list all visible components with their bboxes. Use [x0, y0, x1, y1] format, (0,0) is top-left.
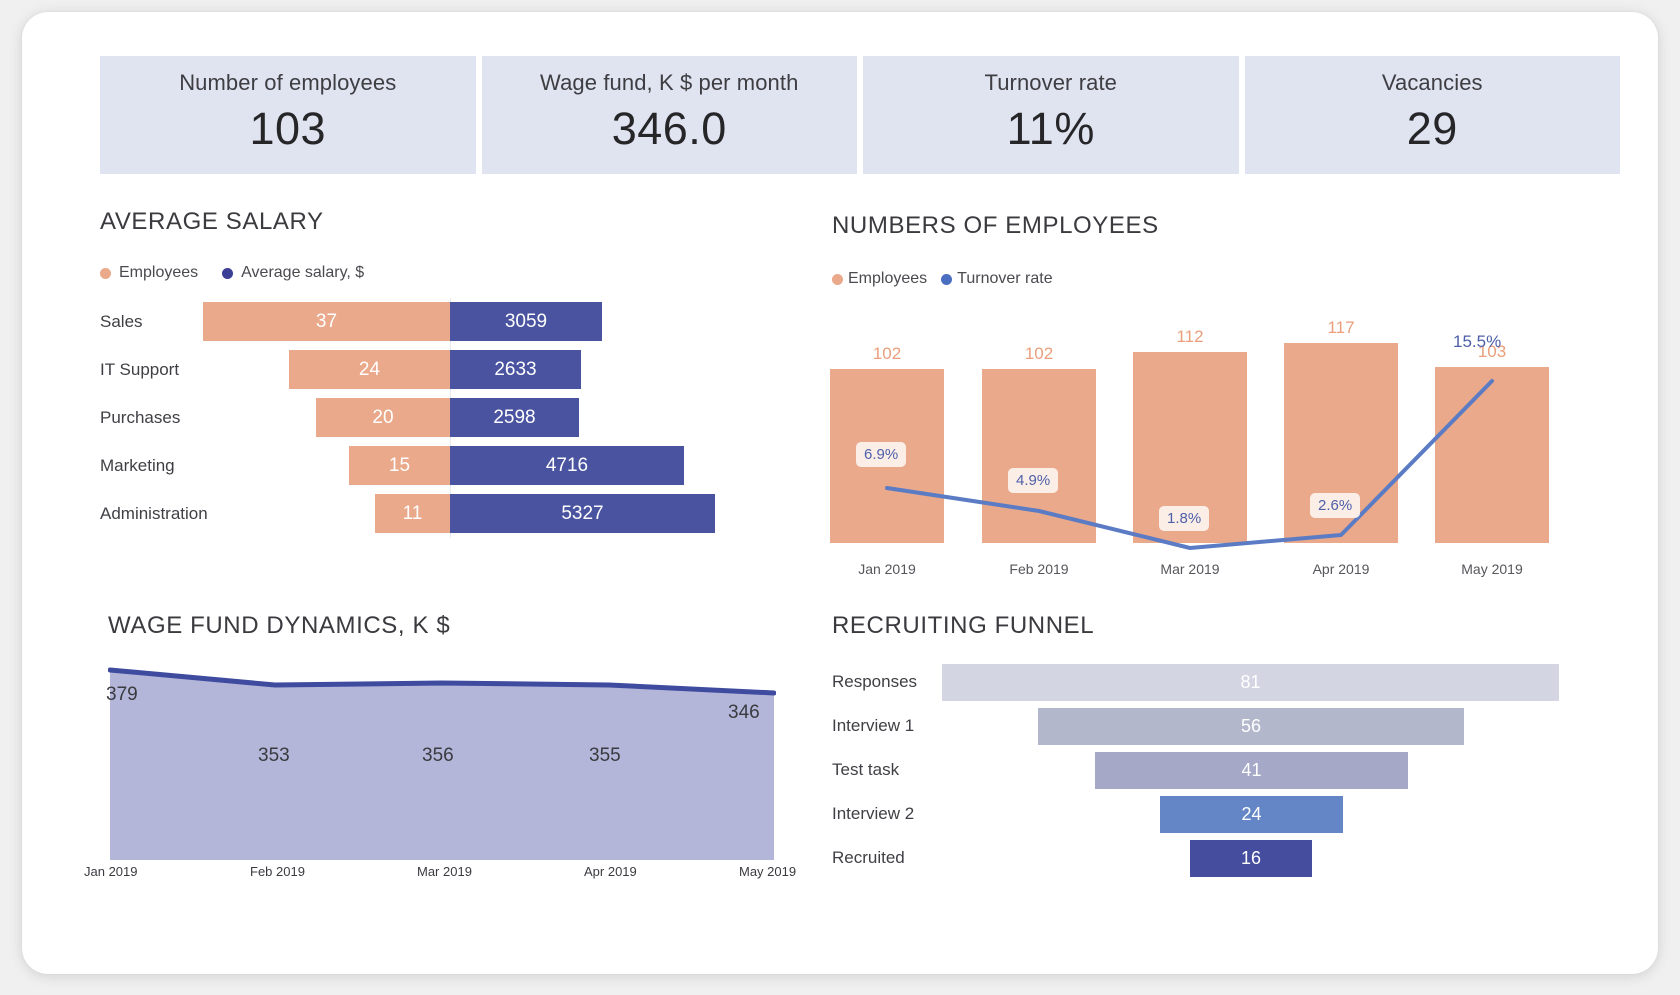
chart-row[interactable]: Responses 81: [832, 660, 1658, 704]
panel-wage-fund-dynamics: WAGE FUND DYNAMICS, K $ 379 353 356 355 …: [22, 432, 842, 972]
chart-row[interactable]: Recruited 16: [832, 836, 1658, 880]
bar-value: 2598: [493, 406, 536, 428]
panel-recruiting-funnel: RECRUITING FUNNEL Responses 81 Interview…: [822, 432, 1658, 972]
bar-employees[interactable]: 37: [203, 302, 450, 341]
category-label: Purchases: [100, 408, 181, 427]
bar-value: 3059: [504, 310, 548, 332]
x-axis-label: Mar 2019: [417, 864, 472, 879]
bar-value: 41: [1241, 760, 1262, 780]
chart-row[interactable]: Test task 41: [832, 748, 1658, 792]
legend-dot-icon: [100, 267, 111, 279]
legend-numbers-of-employees: Employees Turnover rate: [832, 270, 1053, 288]
bar-value: 16: [1240, 848, 1262, 868]
panel-numbers-of-employees: NUMBERS OF EMPLOYEES Employees Turnover …: [822, 12, 1658, 577]
bar-value: 81: [1240, 672, 1261, 692]
x-axis-label: Feb 2019: [250, 864, 305, 879]
funnel-bar[interactable]: 56: [1038, 708, 1464, 745]
data-label: 356: [422, 745, 454, 766]
chart-row[interactable]: Interview 2 24: [832, 792, 1658, 836]
stage-label: Responses: [832, 672, 918, 691]
legend-dot-icon: [222, 267, 234, 279]
legend-item-average-salary[interactable]: Average salary, $: [222, 264, 364, 282]
legend-average-salary: Employees Average salary, $: [100, 264, 364, 282]
stage-label: Test task: [832, 760, 900, 779]
panel-average-salary: AVERAGE SALARY Employees Average salary,…: [22, 12, 842, 538]
funnel-bar[interactable]: 24: [1160, 796, 1343, 833]
chart-row[interactable]: IT Support 24 2633: [100, 346, 800, 394]
data-label: 379: [106, 684, 138, 705]
bar-value: 37: [315, 310, 338, 332]
legend-dot-icon: [941, 273, 953, 285]
legend-item-employees[interactable]: Employees: [832, 270, 927, 288]
funnel-bar[interactable]: 81: [942, 664, 1559, 701]
category-label: Sales: [100, 312, 143, 331]
turnover-label: 15.5%: [1453, 332, 1502, 351]
page-title-average-salary: AVERAGE SALARY: [100, 208, 324, 235]
data-label: 355: [589, 745, 621, 766]
chart-row[interactable]: Interview 1 56: [832, 704, 1658, 748]
chart-recruiting-funnel: Responses 81 Interview 1 56 Test task 41…: [832, 660, 1658, 880]
bar-value: 24: [358, 358, 381, 380]
chart-wage-fund-dynamics: 379 353 356 355 346: [106, 660, 776, 860]
chart-row[interactable]: Sales 37 3059: [100, 298, 800, 346]
funnel-bar[interactable]: 41: [1095, 752, 1408, 789]
funnel-bar[interactable]: 16: [1190, 840, 1312, 877]
bar-value: 2633: [494, 358, 537, 380]
stage-label: Interview 1: [832, 716, 915, 735]
legend-label: Employees: [848, 270, 928, 287]
stage-label: Interview 2: [832, 804, 915, 823]
bar-value: 20: [372, 406, 394, 428]
x-axis-label: Jan 2019: [84, 864, 138, 879]
legend-item-turnover-rate[interactable]: Turnover rate: [941, 270, 1053, 288]
legend-item-employees[interactable]: Employees: [100, 264, 198, 282]
bar-value: 56: [1240, 716, 1262, 736]
page-title-wage-fund-dynamics: WAGE FUND DYNAMICS, K $: [108, 612, 451, 639]
category-label: IT Support: [100, 360, 180, 379]
legend-dot-icon: [832, 273, 843, 285]
data-label: 353: [258, 745, 290, 766]
dashboard-canvas: Number of employees 103 Wage fund, K $ p…: [22, 12, 1658, 974]
legend-label: Average salary, $: [241, 264, 365, 281]
bar-value: 24: [1241, 804, 1262, 824]
bar-average-salary[interactable]: 3059: [450, 302, 602, 341]
page-title-numbers-of-employees: NUMBERS OF EMPLOYEES: [832, 212, 1159, 239]
legend-label: Employees: [119, 264, 199, 281]
bar-employees[interactable]: 24: [289, 350, 450, 389]
stage-label: Recruited: [832, 848, 905, 867]
bar-average-salary[interactable]: 2633: [450, 350, 581, 389]
x-axis-label: Apr 2019: [584, 864, 637, 879]
x-axis-label: May 2019: [739, 864, 797, 879]
legend-label: Turnover rate: [957, 270, 1053, 287]
data-label: 346: [728, 702, 760, 723]
page-title-recruiting-funnel: RECRUITING FUNNEL: [832, 612, 1095, 639]
